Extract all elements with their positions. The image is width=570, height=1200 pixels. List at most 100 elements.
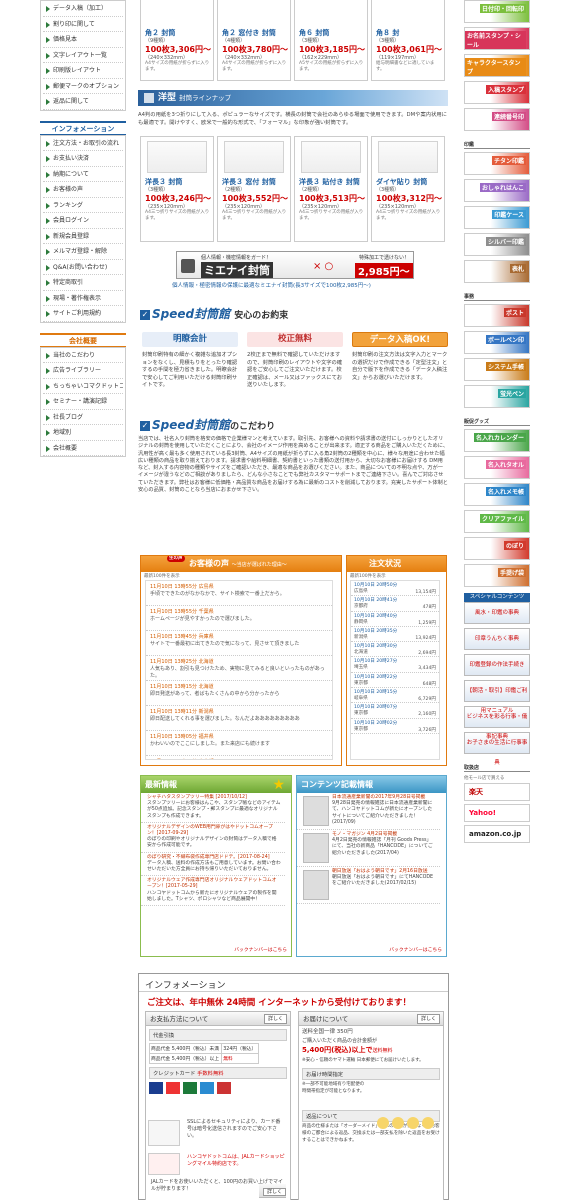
right-banner[interactable]: のぼり — [464, 537, 530, 560]
news-list[interactable]: シャチハタスタンプツリー特集 [2017/10/12] スタンプツリーにお客様はん… — [141, 793, 285, 943]
time-title: お届け時間指定 — [302, 1068, 440, 1080]
nav-item[interactable]: データ入稿（加工） — [43, 1, 123, 17]
right-banner[interactable]: ボールペン印 — [464, 331, 530, 354]
right-banner[interactable]: 連続番号印 — [464, 108, 530, 131]
nav-item[interactable]: 会社概要 — [43, 441, 123, 456]
news-item[interactable]: 朝日放送「おはよう朝日です」2月16日放送 朝日放送「おはよう朝日です」にてHAN… — [297, 867, 440, 904]
right-banner[interactable]: お名前スタンプ・シール — [464, 27, 530, 50]
order-row: 10月10日 20時35分 新潟県 13,924円 — [351, 627, 439, 643]
nav-item[interactable]: お支払い決済 — [43, 151, 123, 167]
free-shipping-line: ご購入いただく商品の合計金額が — [302, 1038, 378, 1044]
right-banner[interactable]: ポスト — [464, 304, 530, 327]
shop-link[interactable]: 楽天 — [464, 783, 530, 801]
right-banner[interactable]: キャラクタースタンプ — [464, 54, 530, 77]
nav-item[interactable]: Q&A(お問い合わせ) — [43, 260, 123, 275]
news-more-link[interactable]: バックナンバーはこちら — [234, 946, 287, 953]
envelope-card[interactable]: 角８ 封（3種類） 100枚3,061円〜 （119×197mm） 給与明細書などに適… — [371, 0, 445, 81]
envelope-card[interactable]: 洋長３ 貼付き 封筒 （2種類） 100枚3,513円〜 （235×120mm） A4三… — [294, 136, 368, 242]
envelope-card[interactable]: 洋長３ 封筒 （3種類） 100枚3,246円〜 （235×120mm） A4三つ折りサ… — [140, 136, 214, 242]
order-amount: 2,160円 — [418, 712, 436, 718]
envelope-card[interactable]: ダイヤ貼り 封筒 （3種類） 100枚3,312円〜 （235×120mm） A4三つ折… — [371, 136, 445, 242]
nav-item[interactable]: 印刷版レイアウト — [43, 63, 123, 79]
right-banner[interactable]: 名入れメモ帳 — [464, 483, 530, 506]
kodawari-title: のこだわり — [230, 422, 276, 432]
right-banner[interactable]: システム手帳 — [464, 358, 530, 381]
shop-link[interactable]: amazon.co.jp — [464, 825, 530, 843]
nav-item[interactable]: 返品に関して — [43, 94, 123, 110]
card-note: A4サイズの用紙が折らずに入ります。 — [222, 61, 287, 72]
right-banner[interactable]: 蛍光ペン — [464, 385, 530, 408]
nav-item[interactable]: 文字レイアウト一覧 — [43, 48, 123, 63]
voice-text: 即日発送があって、者ばもたくさんの中から分かったから — [150, 691, 280, 697]
nav-item[interactable]: 現場・著作権表示 — [43, 291, 123, 306]
news-item[interactable]: シャチハタスタンプツリー特集 [2017/10/12] スタンプツリーにお客様はん… — [141, 793, 285, 823]
envelope-image — [147, 141, 207, 173]
right-banner[interactable]: 印鑑ケース — [464, 206, 530, 229]
right-banner[interactable]: おしゃれはんこ — [464, 179, 530, 202]
right-banner[interactable]: 手提げ袋 — [464, 564, 530, 587]
envelope-card[interactable]: 角２ 封筒 （9種類） 100枚3,306円〜 （240×332mm） A4サイズの用紙… — [140, 0, 214, 81]
shipping-detail-button[interactable]: 詳しく — [416, 1014, 440, 1024]
special-banner[interactable]: お子さまの生活に行事事典 — [464, 732, 530, 766]
content-header: コンテンツ記載情報 — [297, 776, 446, 793]
special-banner[interactable]: 印章うんちく事典 — [464, 628, 530, 650]
shop-link[interactable]: Yahoo! — [464, 804, 530, 822]
special-banner[interactable]: ビジネスを彩る行事・儀事記事典 — [464, 706, 530, 740]
right-banner[interactable]: 表札 — [464, 260, 530, 283]
nav-item[interactable]: ランキング — [43, 198, 123, 213]
mienai-brand: ミエナイ封筒 — [201, 262, 273, 278]
special-banner[interactable]: 【朝活・取引】印鑑ご利用マニュアル — [464, 680, 530, 714]
right-banner-label: 名入れタオル — [485, 460, 526, 469]
nav-item[interactable]: お客様の声 — [43, 182, 123, 198]
content-list[interactable]: 日本流通産業新聞の2017年9月28日号掲載 9月28日発売の情報雑誌に日本流通産… — [297, 793, 440, 943]
right-banner[interactable]: 名入れカレンダー — [464, 429, 530, 452]
content-more-link[interactable]: バックナンバーはこちら — [389, 946, 442, 953]
nav-item[interactable]: 納期について — [43, 167, 123, 182]
right-banner[interactable]: 名入れタオル — [464, 456, 530, 479]
payment-detail-button[interactable]: 詳しく — [263, 1014, 287, 1024]
cod-label: 代金引換 — [149, 1029, 287, 1041]
news-item[interactable]: のぼり研究・不織布袋作成専門店ドドテ。[2017-08-24] データ入稿、送料の… — [141, 853, 285, 877]
jal-detail-button[interactable]: 詳しく — [258, 1184, 286, 1198]
right-banner-label: 日付印・回転印 — [479, 4, 526, 13]
envelope-card[interactable]: 洋長３ 窓付 封筒 （2種類） 100枚3,552円〜 （235×120mm） A4三つ… — [217, 136, 291, 242]
right-banner[interactable]: チタン印鑑 — [464, 152, 530, 175]
nav-item[interactable]: 価格見本 — [43, 32, 123, 48]
diners-icon — [217, 1082, 231, 1094]
nav-item[interactable]: セミナー・講演記録 — [43, 394, 123, 410]
news-item[interactable]: オリジナルデザインのWEB用門扉がはやドットコムオープン！[2017-09-29… — [141, 823, 285, 853]
nav-item[interactable]: 当社のこだわり — [43, 348, 123, 363]
nav-item[interactable]: 会員ログイン — [43, 213, 123, 229]
voice-list[interactable]: 11月10日 13時55分 広島県 手頃でできたのがなかなかで、サイト検索で一番上… — [145, 580, 333, 760]
nav-item[interactable]: サイトご利用規約 — [43, 306, 123, 322]
mienai-banner[interactable]: 個人情報・機密情報をガード！ ミエナイ封筒 × ○ 特殊加工で透けない！ 2,9… — [176, 251, 414, 279]
right-section-label: 販促グッズ — [464, 418, 530, 426]
nav-item[interactable]: ちっちゃいコマクドットコム — [43, 379, 123, 394]
news-item[interactable]: 日本流通産業新聞の2017年9月28日号掲載 9月28日発売の情報雑誌に日本流通産… — [297, 793, 440, 830]
mienai-caption[interactable]: 個人情報・極密情報の保護に最適なミエナイ封筒(長3サイズで100枚2,985円〜… — [172, 281, 371, 289]
nav-item[interactable]: 新規会員登録 — [43, 229, 123, 244]
nav-item[interactable]: メルマガ登録・解除 — [43, 244, 123, 260]
nav-item[interactable]: 広告ライブラリー — [43, 363, 123, 379]
orders-list[interactable]: 10月10日 20時50分 広島県 13,154円 10月10日 20時41分 京都府 4… — [350, 580, 440, 760]
nav-item[interactable]: 特定商取引 — [43, 275, 123, 291]
news-item[interactable]: オリジナルウェア作成専門店オリジナルウェアドットコムオープン！[2017-05-… — [141, 876, 285, 907]
news-item[interactable]: モノ・マガジン 4月2日号掲載 4月2日発売の情報雑誌「月刊 Goods Pres… — [297, 830, 440, 867]
left-nav-company: 当社のこだわり広告ライブラリーちっちゃいコマクドットコムセミナー・講演記録社長ブ… — [40, 346, 126, 457]
card-size: （235×120mm） — [376, 204, 420, 210]
right-banner-label: 手提げ袋 — [497, 568, 526, 577]
right-banner[interactable]: 入稿スタンプ — [464, 81, 530, 104]
nav-item[interactable]: 地域別 — [43, 425, 123, 441]
nav-item[interactable]: 社長ブログ — [43, 410, 123, 425]
special-banner[interactable]: 風水・印鑑の事典 — [464, 602, 530, 624]
nav-item[interactable]: 郵便マークのオプション — [43, 79, 123, 94]
right-banner[interactable]: シルバー印鑑 — [464, 233, 530, 256]
nav-item[interactable]: 注文方法・お取引の流れ — [43, 136, 123, 151]
envelope-card[interactable]: 角６ 封筒 （3種類） 100枚3,185円〜 （162×229mm） A5サイズの用紙… — [294, 0, 368, 81]
special-banner[interactable]: 印鑑登録の作法手続き — [464, 654, 530, 676]
right-banner[interactable]: 日付印・回転印 — [464, 0, 530, 23]
right-banner[interactable]: クリアファイル — [464, 510, 530, 533]
nav-item[interactable]: 割り印に関して — [43, 17, 123, 32]
jal-note: ハンコヤドットコムは、JALカードショッピングマイル特約店です。 — [187, 1154, 285, 1167]
envelope-card[interactable]: 角２ 窓付き 封筒 （4種類） 100枚3,780円〜 （240×332mm） A4サイ… — [217, 0, 291, 81]
